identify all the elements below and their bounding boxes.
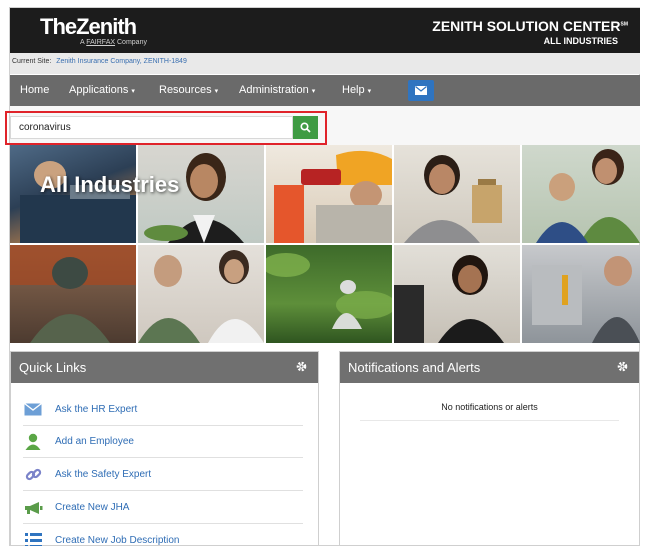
quick-link-label: Ask the HR Expert bbox=[55, 404, 138, 415]
person-icon bbox=[23, 433, 43, 451]
empty-notifications-message: No notifications or alerts bbox=[441, 402, 538, 412]
nav-administration[interactable]: Administration ▾ bbox=[239, 84, 315, 96]
nav-help-label: Help bbox=[342, 84, 365, 96]
current-site-label: Current Site: bbox=[12, 58, 52, 65]
photo-caregiver bbox=[138, 245, 264, 343]
envelope-icon bbox=[23, 401, 43, 419]
nav-resources[interactable]: Resources ▾ bbox=[159, 84, 218, 96]
photo-construction-worker bbox=[266, 145, 392, 243]
quick-links-panel: Quick Links Ask the HR Expert Add an Emp… bbox=[10, 351, 319, 546]
photo-shopper bbox=[394, 145, 520, 243]
notifications-header: Notifications and Alerts bbox=[340, 352, 639, 383]
photo-electrician bbox=[522, 245, 640, 343]
quick-link-label: Add an Employee bbox=[55, 436, 134, 447]
hero-title: All Industries bbox=[40, 172, 180, 197]
caret-down-icon: ▾ bbox=[131, 88, 135, 95]
logo-tagline: A FAIRFAX Company bbox=[80, 39, 147, 46]
photo-business-meeting bbox=[394, 245, 520, 343]
app-title-text: ZENITH SOLUTION CENTER bbox=[432, 18, 621, 34]
quick-links-title: Quick Links bbox=[19, 360, 87, 375]
link-icon bbox=[23, 466, 43, 484]
nav-home[interactable]: Home bbox=[20, 84, 49, 96]
search-input[interactable] bbox=[10, 116, 293, 139]
notifications-panel: Notifications and Alerts No notification… bbox=[339, 351, 640, 546]
envelope-icon bbox=[415, 86, 427, 95]
site-header: TheZenith A FAIRFAX Company ZENITH SOLUT… bbox=[10, 8, 640, 53]
quick-link-create-jha[interactable]: Create New JHA bbox=[23, 492, 303, 524]
quick-link-ask-hr-expert[interactable]: Ask the HR Expert bbox=[23, 394, 303, 426]
gear-icon[interactable] bbox=[616, 360, 629, 373]
main-nav: Home Applications ▾ Resources ▾ Administra… bbox=[10, 75, 640, 106]
quick-link-create-job-description[interactable]: Create New Job Description bbox=[23, 524, 303, 546]
current-site-link[interactable]: Zenith Insurance Company, ZENITH-1849 bbox=[56, 58, 187, 65]
photo-mother-child bbox=[522, 145, 640, 243]
nav-help[interactable]: Help ▾ bbox=[342, 84, 371, 96]
nav-applications[interactable]: Applications ▾ bbox=[69, 84, 135, 96]
nav-resources-label: Resources bbox=[159, 84, 212, 96]
app-subtitle: ALL INDUSTRIES bbox=[543, 36, 618, 46]
list-icon bbox=[23, 531, 43, 546]
caret-down-icon: ▾ bbox=[214, 88, 219, 95]
logo-tagline-prefix: A bbox=[80, 39, 85, 46]
caret-down-icon: ▾ bbox=[367, 88, 372, 95]
search-icon bbox=[300, 122, 311, 133]
photo-farm-worker bbox=[266, 245, 392, 343]
messages-button[interactable] bbox=[408, 80, 434, 101]
zenith-logo[interactable]: TheZenith bbox=[40, 14, 137, 40]
quick-link-add-employee[interactable]: Add an Employee bbox=[23, 426, 303, 458]
nav-home-label: Home bbox=[20, 84, 50, 96]
notifications-title: Notifications and Alerts bbox=[348, 360, 481, 375]
nav-applications-label: Applications bbox=[69, 84, 129, 96]
logo-tagline-suffix: Company bbox=[117, 39, 147, 46]
divider bbox=[360, 420, 619, 421]
quick-link-label: Create New Job Description bbox=[55, 534, 180, 546]
megaphone-icon bbox=[23, 499, 43, 517]
quick-link-label: Ask the Safety Expert bbox=[55, 469, 152, 480]
quick-link-label: Create New JHA bbox=[55, 502, 130, 513]
photo-industrial-worker bbox=[10, 245, 136, 343]
service-mark: SM bbox=[620, 21, 629, 28]
logo-tagline-brand: FAIRFAX bbox=[86, 39, 116, 46]
caret-down-icon: ▾ bbox=[311, 88, 316, 95]
gear-icon[interactable] bbox=[295, 360, 308, 373]
quick-link-ask-safety-expert[interactable]: Ask the Safety Expert bbox=[23, 459, 303, 491]
search-button[interactable] bbox=[293, 116, 318, 139]
current-site-bar: Current Site: Zenith Insurance Company, … bbox=[10, 53, 640, 74]
quick-links-header: Quick Links bbox=[11, 352, 318, 383]
app-title: ZENITH SOLUTION CENTERSM bbox=[432, 18, 628, 34]
nav-administration-label: Administration bbox=[239, 84, 309, 96]
